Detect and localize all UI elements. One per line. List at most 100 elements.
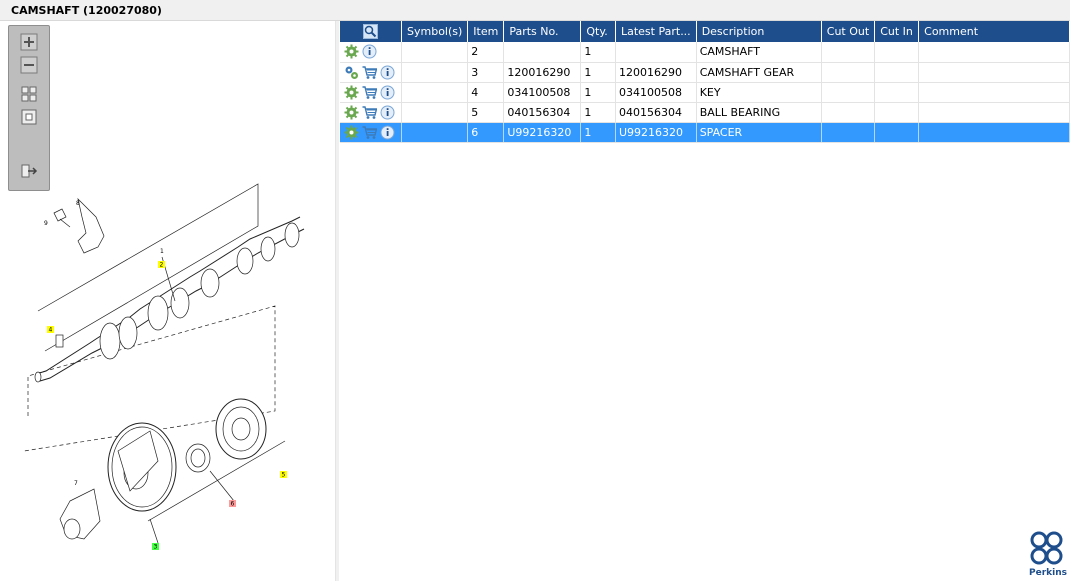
- cart-icon[interactable]: [362, 105, 377, 120]
- callout-1: 1: [160, 248, 164, 255]
- cut-in-cell: [874, 82, 920, 103]
- cut-in-cell: [874, 62, 920, 83]
- qty-cell: 1: [580, 122, 616, 143]
- comment-cell: [918, 62, 1070, 83]
- latest-part-cell: 120016290: [615, 62, 697, 83]
- zoom-out-icon[interactable]: [20, 56, 38, 74]
- callout-3: 3: [154, 544, 158, 551]
- zoom-in-icon[interactable]: [20, 33, 38, 51]
- qty-cell: 1: [580, 82, 616, 103]
- cut-out-cell: [821, 42, 876, 63]
- gear-icon[interactable]: [344, 85, 359, 100]
- description-cell: BALL BEARING: [696, 102, 822, 123]
- cut-out-cell: [821, 82, 876, 103]
- row-icons-cell: [340, 82, 402, 103]
- gears-icon[interactable]: [344, 65, 359, 80]
- table-row[interactable]: 3 120016290 1 120016290 CAMSHAFT GEAR: [340, 62, 1070, 83]
- cut-out-cell: [821, 102, 876, 123]
- fit-window-icon[interactable]: [20, 108, 38, 126]
- parts-table: Symbol(s) Item Parts No. Qty. Latest Par…: [340, 21, 1070, 143]
- column-header-parts-no[interactable]: Parts No.: [503, 21, 582, 42]
- parts-no-cell: 040156304: [503, 102, 582, 123]
- info-icon[interactable]: [380, 85, 395, 100]
- comment-cell: [918, 102, 1070, 123]
- table-row[interactable]: 6 U99216320 1 U99216320 SPACER: [340, 122, 1070, 143]
- parts-no-cell: 120016290: [503, 62, 582, 83]
- item-cell: 6: [467, 122, 505, 143]
- symbols-cell: [401, 42, 469, 63]
- drawing-pane[interactable]: 1 7 9 8 2 4 5 6 3: [0, 21, 336, 581]
- callout-4: 4: [49, 327, 53, 334]
- parts-no-cell: 034100508: [503, 82, 582, 103]
- table-row[interactable]: 4 034100508 1 034100508 KEY: [340, 82, 1070, 103]
- symbols-cell: [401, 62, 469, 83]
- callout-7: 7: [74, 480, 78, 487]
- row-icons-cell: [340, 122, 402, 143]
- cart-icon[interactable]: [362, 85, 377, 100]
- latest-part-cell: 034100508: [615, 82, 697, 103]
- cut-out-cell: [821, 62, 876, 83]
- column-header-cut-out[interactable]: Cut Out: [821, 21, 876, 42]
- info-icon[interactable]: [380, 65, 395, 80]
- column-header-symbols[interactable]: Symbol(s): [401, 21, 469, 42]
- column-header-latest-part[interactable]: Latest Part...: [615, 21, 697, 42]
- column-header-item[interactable]: Item: [467, 21, 505, 42]
- perkins-logo-text: Perkins: [1029, 568, 1067, 578]
- symbols-cell: [401, 102, 469, 123]
- zoom-toolbar: [8, 25, 50, 191]
- qty-cell: 1: [580, 42, 616, 63]
- symbols-cell: [401, 82, 469, 103]
- item-cell: 3: [467, 62, 505, 83]
- latest-part-cell: [615, 42, 697, 63]
- qty-cell: 1: [580, 102, 616, 123]
- gear-icon[interactable]: [344, 105, 359, 120]
- exploded-view-drawing[interactable]: 1 7 9 8 2 4 5 6 3: [0, 21, 336, 581]
- description-cell: KEY: [696, 82, 822, 103]
- cut-in-cell: [874, 122, 920, 143]
- item-cell: 5: [467, 102, 505, 123]
- comment-cell: [918, 82, 1070, 103]
- row-icons-cell: [340, 62, 402, 83]
- gear-icon[interactable]: [344, 44, 359, 59]
- info-icon[interactable]: [380, 125, 395, 140]
- table-row[interactable]: 2 1 CAMSHAFT: [340, 42, 1070, 63]
- cut-in-cell: [874, 102, 920, 123]
- column-header-cut-in[interactable]: Cut In: [874, 21, 920, 42]
- description-cell: CAMSHAFT: [696, 42, 822, 63]
- symbols-cell: [401, 122, 469, 143]
- column-header-comment[interactable]: Comment: [918, 21, 1070, 42]
- search-filter-icon[interactable]: [363, 24, 378, 39]
- callout-6: 6: [231, 501, 235, 508]
- gear-icon[interactable]: [344, 125, 359, 140]
- cart-icon[interactable]: [362, 65, 377, 80]
- info-icon[interactable]: [362, 44, 377, 59]
- window-titlebar: CAMSHAFT (120027080): [0, 0, 1070, 21]
- cut-in-cell: [874, 42, 920, 63]
- callout-5: 5: [282, 472, 286, 479]
- comment-cell: [918, 42, 1070, 63]
- cut-out-cell: [821, 122, 876, 143]
- latest-part-cell: U99216320: [615, 122, 697, 143]
- parts-grid-pane: Symbol(s) Item Parts No. Qty. Latest Par…: [339, 21, 1070, 581]
- item-cell: 4: [467, 82, 505, 103]
- column-header-description[interactable]: Description: [696, 21, 822, 42]
- table-header-row: Symbol(s) Item Parts No. Qty. Latest Par…: [340, 21, 1070, 42]
- export-icon[interactable]: [20, 162, 38, 180]
- callout-2: 2: [160, 262, 164, 269]
- row-icons-cell: [340, 102, 402, 123]
- row-icons-cell: [340, 42, 402, 63]
- comment-cell: [918, 122, 1070, 143]
- fit-all-icon[interactable]: [20, 85, 38, 103]
- parts-no-cell: U99216320: [503, 122, 582, 143]
- column-header-filter[interactable]: [340, 21, 402, 42]
- qty-cell: 1: [580, 62, 616, 83]
- cart-icon[interactable]: [362, 125, 377, 140]
- callout-9: 9: [44, 220, 48, 227]
- table-row[interactable]: 5 040156304 1 040156304 BALL BEARING: [340, 102, 1070, 123]
- column-header-qty[interactable]: Qty.: [580, 21, 616, 42]
- latest-part-cell: 040156304: [615, 102, 697, 123]
- description-cell: CAMSHAFT GEAR: [696, 62, 822, 83]
- info-icon[interactable]: [380, 105, 395, 120]
- window-title: CAMSHAFT (120027080): [11, 4, 162, 17]
- item-cell: 2: [467, 42, 505, 63]
